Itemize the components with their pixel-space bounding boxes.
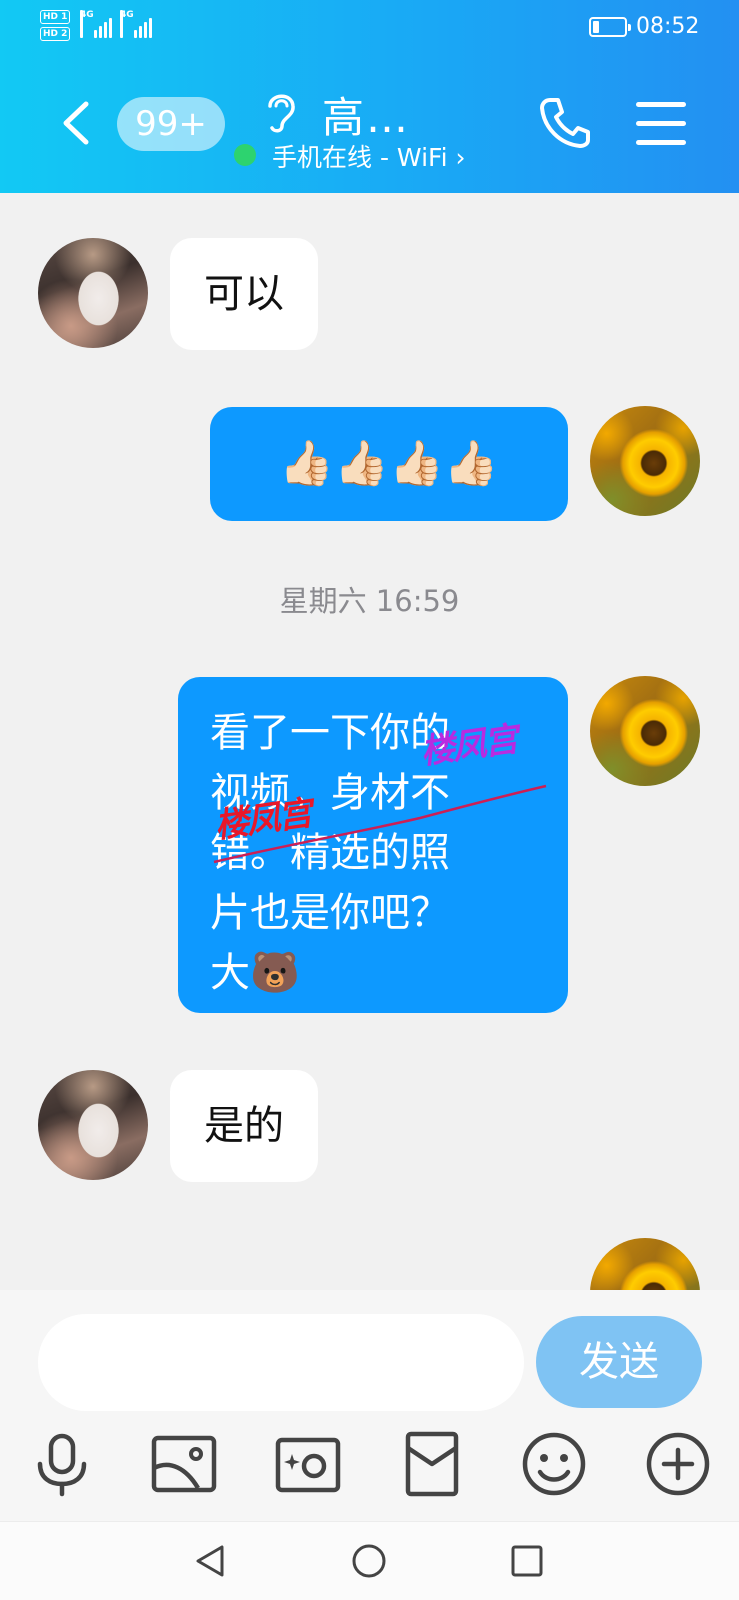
microphone-icon[interactable] <box>28 1430 96 1498</box>
input-bar: 发送 <box>0 1290 739 1521</box>
message-input[interactable] <box>38 1314 524 1411</box>
camera-icon[interactable] <box>274 1430 342 1498</box>
my-avatar[interactable] <box>590 406 700 516</box>
sim-indicators: HD 1 HD 2 <box>40 10 71 44</box>
contact-avatar[interactable] <box>38 1070 148 1180</box>
message-line: 片也是你吧？ <box>210 890 450 936</box>
sim1-badge: HD 1 <box>40 10 71 24</box>
message-bubble[interactable]: 👍🏻👍🏻👍🏻👍🏻 <box>210 407 568 521</box>
menu-icon[interactable] <box>636 102 686 146</box>
back-icon[interactable] <box>56 98 96 148</box>
battery-icon <box>589 17 631 37</box>
network-2-label: 4G <box>120 10 134 38</box>
online-dot <box>234 144 256 166</box>
message-bubble[interactable]: 可以 <box>170 238 318 350</box>
watermark-stroke <box>213 784 547 864</box>
ear-icon[interactable] <box>262 88 300 134</box>
status-bar: HD 1 HD 2 4G 4G 08:52 <box>0 0 739 58</box>
my-avatar[interactable] <box>590 676 700 786</box>
image-icon[interactable] <box>150 1430 218 1498</box>
sim2-badge: HD 2 <box>40 27 71 41</box>
contact-avatar[interactable] <box>38 238 148 348</box>
emoji-icon[interactable] <box>520 1430 588 1498</box>
status-time: 08:52 <box>636 14 700 39</box>
signal-1-icon: 4G <box>80 10 118 38</box>
contact-name[interactable]: 高… <box>322 84 410 145</box>
nav-back-icon[interactable] <box>192 1542 230 1580</box>
message-timestamp: 星期六 16:59 <box>279 584 460 618</box>
send-button[interactable]: 发送 <box>536 1316 702 1408</box>
network-1-label: 4G <box>80 10 94 38</box>
message-line: 大🐻 <box>210 950 300 996</box>
signal-2-icon: 4G <box>120 10 162 38</box>
system-nav-bar <box>0 1521 739 1600</box>
chat-header: HD 1 HD 2 4G 4G 08:52 99+ 高… 手机在线 - WiFi… <box>0 0 739 193</box>
nav-home-icon[interactable] <box>350 1542 388 1580</box>
message-bubble[interactable]: 是的 <box>170 1070 318 1182</box>
online-status[interactable]: 手机在线 - WiFi › <box>272 138 465 174</box>
nav-recents-icon[interactable] <box>508 1542 546 1580</box>
red-packet-icon[interactable] <box>398 1430 466 1498</box>
plus-icon[interactable] <box>644 1430 712 1498</box>
unread-badge[interactable]: 99+ <box>117 97 225 151</box>
phone-icon[interactable] <box>536 94 592 150</box>
